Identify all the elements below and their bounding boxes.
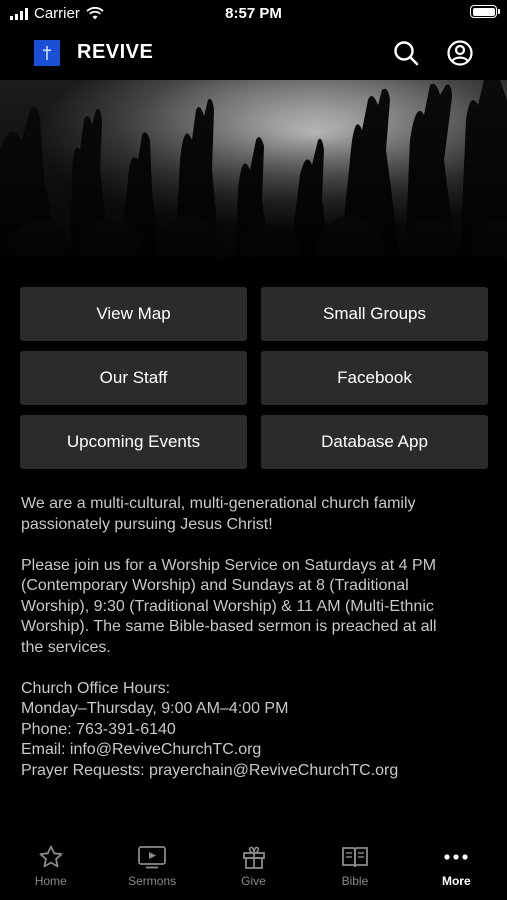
facebook-button[interactable]: Facebook [261, 351, 488, 405]
contact-paragraph: Church Office Hours: Monday–Thursday, 9:… [21, 679, 491, 782]
view-map-button[interactable]: View Map [20, 287, 247, 341]
tab-home-label: Home [34, 874, 67, 888]
cross-icon [43, 46, 51, 60]
tab-more[interactable]: More [406, 838, 507, 900]
battery-icon [470, 5, 500, 18]
office-hours: Monday–Thursday, 9:00 AM–4:00 PM [21, 700, 289, 717]
office-hours-label: Church Office Hours: [21, 679, 171, 697]
tab-bible[interactable]: Bible [304, 838, 405, 900]
account-button[interactable] [445, 38, 475, 68]
small-groups-button[interactable]: Small Groups [261, 287, 488, 341]
email-link[interactable]: Email: info@ReviveChurchTC.org [21, 740, 491, 761]
tab-give[interactable]: Give [203, 838, 304, 900]
status-time: 8:57 PM [225, 5, 282, 22]
tab-sermons-label: Sermons [128, 874, 177, 888]
account-icon [447, 40, 473, 66]
tab-more-label: More [441, 874, 471, 888]
app-title: REVIVE [77, 41, 154, 63]
tab-home[interactable]: Home [0, 838, 101, 900]
tab-sermons[interactable]: Sermons [101, 838, 202, 900]
database-app-button[interactable]: Database App [261, 415, 488, 469]
intro-paragraph: We are a multi-cultural, multi-generatio… [21, 495, 416, 533]
app-logo[interactable] [34, 40, 60, 66]
star-icon [38, 844, 64, 870]
tab-bible-label: Bible [341, 874, 369, 888]
more-icon [442, 844, 470, 870]
worship-paragraph: Please join us for a Worship Service on … [21, 556, 437, 656]
quick-links-grid: View Map Small Groups Our Staff Facebook… [20, 287, 488, 469]
our-staff-button[interactable]: Our Staff [20, 351, 247, 405]
tv-icon [137, 844, 167, 870]
worship-crowd-image [0, 80, 507, 258]
app-header: REVIVE [0, 30, 507, 78]
search-icon [394, 41, 419, 66]
status-bar: Carrier 8:57 PM [0, 0, 507, 30]
hero-image [0, 80, 507, 258]
church-info: We are a multi-cultural, multi-generatio… [21, 494, 491, 802]
phone-link[interactable]: Phone: 763-391-6140 [21, 720, 491, 741]
prayer-email-link[interactable]: Prayer Requests: prayerchain@ReviveChurc… [21, 761, 491, 782]
tab-give-label: Give [241, 874, 266, 888]
search-button[interactable] [391, 38, 421, 68]
tab-bar: Home Sermons Give Bible More [0, 838, 507, 900]
gift-icon [241, 844, 267, 870]
book-icon [341, 844, 369, 870]
upcoming-events-button[interactable]: Upcoming Events [20, 415, 247, 469]
